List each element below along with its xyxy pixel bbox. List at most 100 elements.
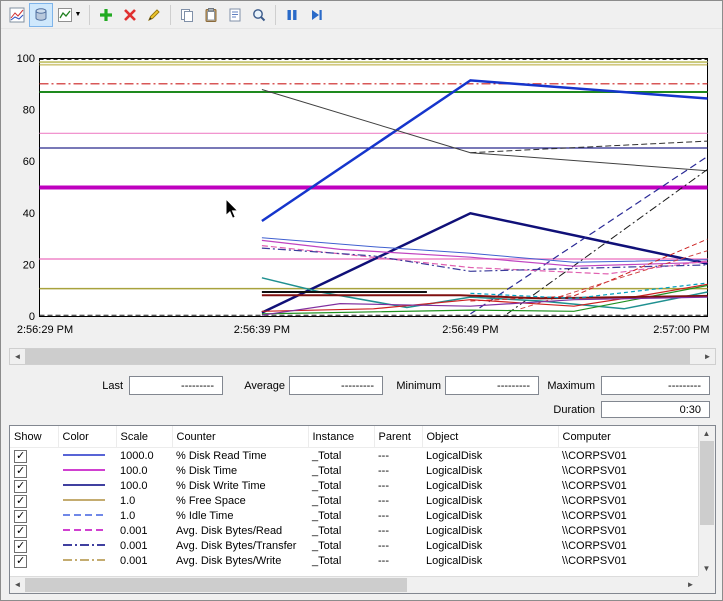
counter-row[interactable]: 0.001Avg. Disk Bytes/Transfer_Total---Lo… — [10, 538, 698, 553]
cell-scale: 0.001 — [116, 538, 172, 553]
counter-v-scroll-track[interactable] — [699, 441, 715, 561]
counter-row[interactable]: 100.0% Disk Write Time_Total---LogicalDi… — [10, 478, 698, 493]
cell-scale: 0.001 — [116, 553, 172, 568]
show-checkbox[interactable] — [14, 540, 27, 553]
x-axis-tick: 2:56:29 PM — [17, 324, 73, 336]
x-axis-tick: 2:56:39 PM — [234, 324, 290, 336]
column-header-instance[interactable]: Instance — [308, 426, 374, 448]
cell-object: LogicalDisk — [422, 478, 558, 493]
toolbar-separator — [89, 5, 90, 25]
cell-instance: _Total — [308, 463, 374, 478]
change-graph-type-dropdown[interactable]: ▼ — [53, 3, 85, 27]
counter-h-scroll-track[interactable] — [25, 577, 683, 593]
counter-row[interactable]: 1.0% Free Space_Total---LogicalDisk\\COR… — [10, 493, 698, 508]
y-axis-tick: 0 — [29, 311, 35, 323]
color-sample — [62, 466, 106, 474]
show-checkbox[interactable] — [14, 495, 27, 508]
column-header-counter[interactable]: Counter — [172, 426, 308, 448]
cell-scale: 1.0 — [116, 493, 172, 508]
show-checkbox[interactable] — [14, 465, 27, 478]
cell-scale: 1000.0 — [116, 448, 172, 464]
last-value: --------- — [129, 376, 223, 395]
scroll-left-arrow[interactable]: ◄ — [10, 349, 25, 364]
cell-instance: _Total — [308, 493, 374, 508]
counter-row[interactable]: 0.001Avg. Disk Bytes/Write_Total---Logic… — [10, 553, 698, 568]
x-axis-tick: 2:56:49 PM — [442, 324, 498, 336]
cell-counter: Avg. Disk Bytes/Transfer — [172, 538, 308, 553]
cell-object: LogicalDisk — [422, 448, 558, 464]
counter-row[interactable]: 100.0% Disk Time_Total---LogicalDisk\\CO… — [10, 463, 698, 478]
performance-monitor-window: ▼ — [0, 0, 723, 601]
chart-h-scrollbar[interactable]: ◄ ► — [9, 348, 716, 365]
toolbar-separator — [170, 5, 171, 25]
properties-button[interactable] — [223, 3, 247, 27]
cell-parent: --- — [374, 553, 422, 568]
delete-button[interactable] — [118, 3, 142, 27]
cell-object: LogicalDisk — [422, 493, 558, 508]
chart-h-scroll-track[interactable] — [25, 349, 700, 364]
counter-v-scrollbar[interactable]: ▲ ▼ — [698, 426, 715, 576]
cell-computer: \\CORPSV01 — [558, 478, 698, 493]
add-counter-button[interactable] — [94, 3, 118, 27]
scroll-right-arrow[interactable]: ► — [683, 577, 698, 592]
scroll-left-arrow[interactable]: ◄ — [10, 577, 25, 592]
cell-counter: % Disk Time — [172, 463, 308, 478]
cell-object: LogicalDisk — [422, 553, 558, 568]
highlight-button[interactable] — [142, 3, 166, 27]
paste-counter-list-button[interactable] — [199, 3, 223, 27]
column-header-object[interactable]: Object — [422, 426, 558, 448]
scroll-up-arrow[interactable]: ▲ — [699, 426, 714, 441]
copy-properties-button[interactable] — [175, 3, 199, 27]
cell-instance: _Total — [308, 478, 374, 493]
y-axis-tick: 40 — [23, 208, 35, 220]
duration-value: 0:30 — [601, 401, 710, 418]
view-current-activity-button[interactable] — [5, 3, 29, 27]
update-data-button[interactable] — [304, 3, 328, 27]
column-header-computer[interactable]: Computer — [558, 426, 698, 448]
show-checkbox[interactable] — [14, 525, 27, 538]
scroll-down-arrow[interactable]: ▼ — [699, 561, 714, 576]
counter-row[interactable]: 1.0% Idle Time_Total---LogicalDisk\\CORP… — [10, 508, 698, 523]
duration-label: Duration — [501, 404, 595, 416]
clipboard-icon — [203, 7, 219, 23]
minimum-label: Minimum — [385, 380, 441, 392]
cell-computer: \\CORPSV01 — [558, 538, 698, 553]
column-header-show[interactable]: Show — [10, 426, 58, 448]
freeze-display-button[interactable] — [280, 3, 304, 27]
y-axis-tick: 60 — [23, 156, 35, 168]
zoom-button[interactable] — [247, 3, 271, 27]
show-checkbox[interactable] — [14, 555, 27, 568]
cell-object: LogicalDisk — [422, 523, 558, 538]
counter-v-scroll-thumb[interactable] — [700, 441, 714, 525]
show-checkbox[interactable] — [14, 450, 27, 463]
cell-parent: --- — [374, 463, 422, 478]
cell-counter: % Disk Read Time — [172, 448, 308, 464]
column-header-scale[interactable]: Scale — [116, 426, 172, 448]
counter-h-scroll-thumb[interactable] — [25, 578, 407, 592]
cell-instance: _Total — [308, 448, 374, 464]
y-axis-tick: 100 — [17, 53, 35, 65]
cell-parent: --- — [374, 538, 422, 553]
color-sample — [62, 526, 106, 534]
column-header-parent[interactable]: Parent — [374, 426, 422, 448]
performance-chart: 1008060402002:56:29 PM2:56:39 PM2:56:49 … — [9, 41, 716, 341]
counter-row[interactable]: 0.001Avg. Disk Bytes/Read_Total---Logica… — [10, 523, 698, 538]
show-checkbox[interactable] — [14, 480, 27, 493]
column-header-color[interactable]: Color — [58, 426, 116, 448]
scroll-right-arrow[interactable]: ► — [700, 349, 715, 364]
color-sample — [62, 451, 106, 459]
cell-instance: _Total — [308, 523, 374, 538]
cell-counter: Avg. Disk Bytes/Read — [172, 523, 308, 538]
cell-computer: \\CORPSV01 — [558, 463, 698, 478]
y-axis-tick: 80 — [23, 105, 35, 117]
cell-object: LogicalDisk — [422, 463, 558, 478]
chart-h-scroll-thumb[interactable] — [25, 349, 690, 364]
counter-h-scrollbar[interactable]: ◄ ► — [10, 576, 698, 593]
cell-parent: --- — [374, 478, 422, 493]
cell-scale: 1.0 — [116, 508, 172, 523]
view-log-data-button[interactable] — [29, 3, 53, 27]
counter-row[interactable]: 1000.0% Disk Read Time_Total---LogicalDi… — [10, 448, 698, 464]
counter-table: ShowColorScaleCounterInstanceParentObjec… — [10, 426, 699, 568]
counter-table-header: ShowColorScaleCounterInstanceParentObjec… — [10, 426, 698, 448]
show-checkbox[interactable] — [14, 510, 27, 523]
